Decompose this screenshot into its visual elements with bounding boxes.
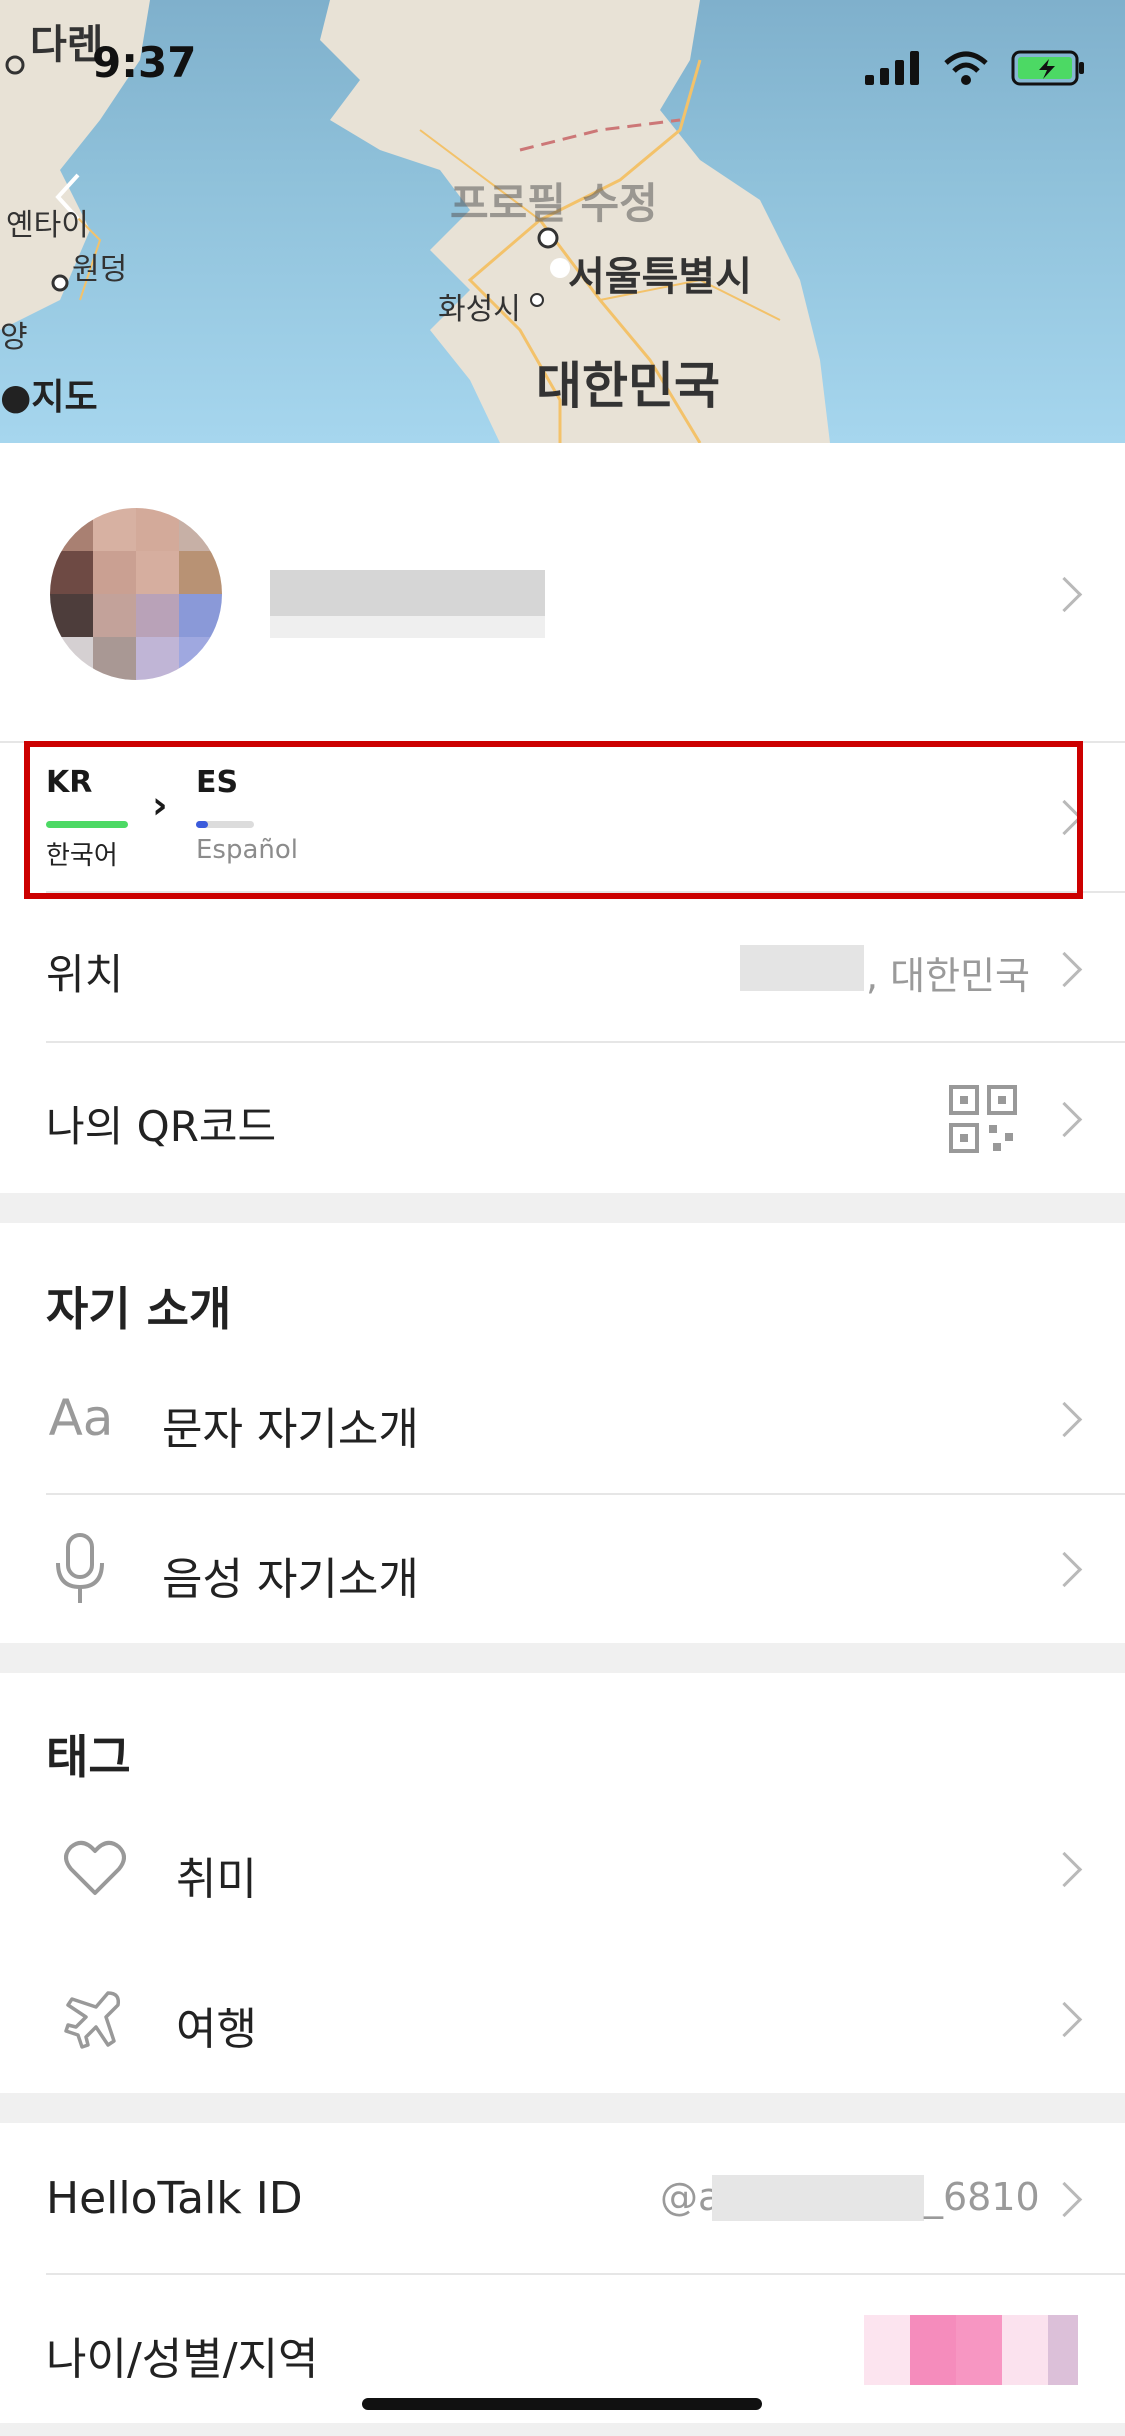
location-label: 위치: [46, 950, 124, 999]
age-gender-redacted: [864, 2315, 1078, 2385]
chevron-right-icon: [1046, 1401, 1083, 1438]
battery-icon: [1011, 50, 1084, 86]
text-intro-label: 문자 자기소개: [162, 1404, 419, 1455]
chevron-right-icon: [1046, 2181, 1083, 2218]
helloTalk-id-redacted: [712, 2175, 924, 2221]
highlight-box: [24, 741, 1083, 899]
tags-card: 태그 취미 여행: [0, 1673, 1125, 2093]
heart-icon: [64, 1840, 126, 1895]
chevron-right-icon: [1046, 2001, 1083, 2038]
text-intro-row[interactable]: Aa 문자 자기소개: [0, 1343, 1125, 1493]
helloTalk-id-row[interactable]: HelloTalk ID @a _6810: [0, 2123, 1125, 2273]
apple-icon: ●: [0, 377, 32, 418]
airplane-icon: [64, 1991, 121, 2049]
map-label-yang: 양: [0, 320, 28, 355]
signal-icon: [865, 51, 919, 85]
chevron-right-icon: [1046, 1851, 1083, 1888]
username-redacted-shadow: [270, 616, 545, 638]
map-label-hwaseong: 화성시: [438, 292, 521, 327]
profile-sheet: KR 한국어 › ES Español 위치 , 대한민국 나의 QR코드 자기…: [0, 443, 1125, 2436]
map-label-seoul: 서울특별시: [568, 254, 752, 300]
self-intro-card: 자기 소개 Aa 문자 자기소개 음성 자기소개: [0, 1223, 1125, 1643]
wifi-icon: [944, 51, 988, 85]
map-label-korea: 대한민국: [536, 357, 720, 415]
hobby-label: 취미: [176, 1854, 257, 1905]
home-indicator: [362, 2398, 762, 2410]
chevron-right-icon: [1046, 1551, 1083, 1588]
qr-code-icon: [949, 1085, 1017, 1153]
chevron-right-icon: [1046, 576, 1083, 613]
qr-code-label: 나의 QR코드: [46, 1102, 277, 1151]
travel-label: 여행: [176, 2004, 257, 2055]
profile-header-row[interactable]: [0, 443, 1125, 743]
qr-code-row[interactable]: 나의 QR코드: [0, 1043, 1125, 1193]
avatar[interactable]: [50, 508, 222, 680]
microphone-icon: [56, 1533, 104, 1603]
account-card: HelloTalk ID @a _6810 나이/성별/지역: [0, 2123, 1125, 2423]
status-time: 9:37: [92, 38, 197, 87]
location-value: , 대한민국: [866, 954, 1030, 998]
chevron-right-icon: [1046, 1101, 1083, 1138]
helloTalk-id-suffix: _6810: [924, 2175, 1040, 2219]
chevron-right-icon: [1046, 951, 1083, 988]
map-label-wondang: 원덩: [72, 252, 128, 287]
voice-intro-row[interactable]: 음성 자기소개: [0, 1495, 1125, 1643]
age-gender-region-label: 나이/성별/지역: [46, 2334, 319, 2385]
username-redacted: [270, 570, 545, 616]
voice-intro-label: 음성 자기소개: [162, 1554, 419, 1605]
apple-maps-logo: ●지도: [0, 377, 98, 418]
self-intro-title: 자기 소개: [46, 1282, 232, 1336]
map-label-yentai: 옌타이: [6, 208, 89, 243]
helloTalk-id-label: HelloTalk ID: [46, 2173, 303, 2224]
hobby-row[interactable]: 취미: [0, 1793, 1125, 1943]
page-title-overlay: 프로필 수정: [450, 179, 658, 228]
travel-row[interactable]: 여행: [0, 1943, 1125, 2093]
location-row[interactable]: 위치 , 대한민국: [0, 893, 1125, 1043]
city-redacted: [740, 945, 864, 991]
tags-title: 태그: [46, 1730, 131, 1784]
status-icons: [865, 48, 1087, 88]
text-format-icon: Aa: [48, 1389, 114, 1447]
